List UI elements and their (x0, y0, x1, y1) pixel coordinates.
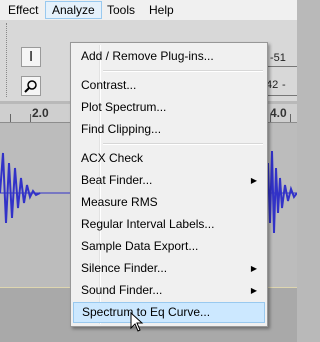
menu-tools[interactable]: Tools (101, 1, 141, 19)
menu-analyze[interactable]: Analyze (45, 1, 102, 19)
ruler-tick (10, 114, 11, 122)
menu-item-spectrum-to-eq-curve[interactable]: Spectrum to Eq Curve... (73, 302, 265, 323)
menu-item-sound-finder[interactable]: Sound Finder... ▶ (73, 280, 265, 301)
menu-item-sample-data-export[interactable]: Sample Data Export... (73, 236, 265, 257)
menu-item-label: Find Clipping... (81, 122, 162, 136)
submenu-arrow-icon: ▶ (250, 176, 257, 185)
submenu-arrow-icon: ▶ (250, 286, 257, 295)
meter-bottom-line (268, 95, 297, 96)
meter-bottom-suffix: - (282, 79, 286, 91)
menu-item-label: Contrast... (81, 78, 137, 92)
ruler-label-right: 4.0 (270, 106, 287, 120)
ruler-tick (290, 114, 291, 122)
menu-item-label: Plot Spectrum... (81, 100, 167, 114)
menu-item-label: Sample Data Export... (81, 239, 199, 253)
analyze-menu: Add / Remove Plug-ins... Contrast... Plo… (70, 42, 268, 327)
menu-item-label: Measure RMS (81, 195, 158, 209)
menu-effect[interactable]: Effect (2, 1, 44, 19)
meter-top-label: -51 (270, 52, 286, 64)
menu-item-add-remove-plugins[interactable]: Add / Remove Plug-ins... (73, 46, 265, 67)
menubar: Effect Analyze Tools Help (0, 0, 297, 21)
menu-item-beat-finder[interactable]: Beat Finder... ▶ (73, 170, 265, 191)
menu-item-label: Silence Finder... (81, 261, 168, 275)
menu-item-label: Beat Finder... (81, 173, 153, 187)
submenu-arrow-icon: ▶ (250, 264, 257, 273)
menu-item-contrast[interactable]: Contrast... (73, 75, 265, 96)
ruler-label-left: 2.0 (32, 106, 49, 120)
menu-item-measure-rms[interactable]: Measure RMS (73, 192, 265, 213)
mouse-pointer-icon (130, 311, 144, 335)
menu-item-acx-check[interactable]: ACX Check (73, 148, 265, 169)
menu-item-label: Spectrum to Eq Curve... (82, 305, 211, 319)
menu-separator (103, 143, 263, 145)
menu-item-label: Sound Finder... (81, 283, 163, 297)
menu-item-plot-spectrum[interactable]: Plot Spectrum... (73, 97, 265, 118)
menu-item-find-clipping[interactable]: Find Clipping... (73, 119, 265, 140)
menu-item-regular-interval-labels[interactable]: Regular Interval Labels... (73, 214, 265, 235)
menu-item-label: ACX Check (81, 151, 144, 165)
meter-top-line (268, 66, 297, 67)
ruler-tick (30, 114, 31, 122)
menu-help[interactable]: Help (143, 1, 180, 19)
menu-separator (103, 70, 263, 72)
toolbar-grip[interactable] (6, 23, 10, 97)
ruler-tick (270, 114, 271, 122)
menu-item-label: Regular Interval Labels... (81, 217, 215, 231)
menu-item-label: Add / Remove Plug-ins... (81, 49, 214, 63)
ibeam-icon[interactable]: I (21, 47, 41, 67)
zoom-icon[interactable] (21, 76, 41, 96)
menu-item-silence-finder[interactable]: Silence Finder... ▶ (73, 258, 265, 279)
